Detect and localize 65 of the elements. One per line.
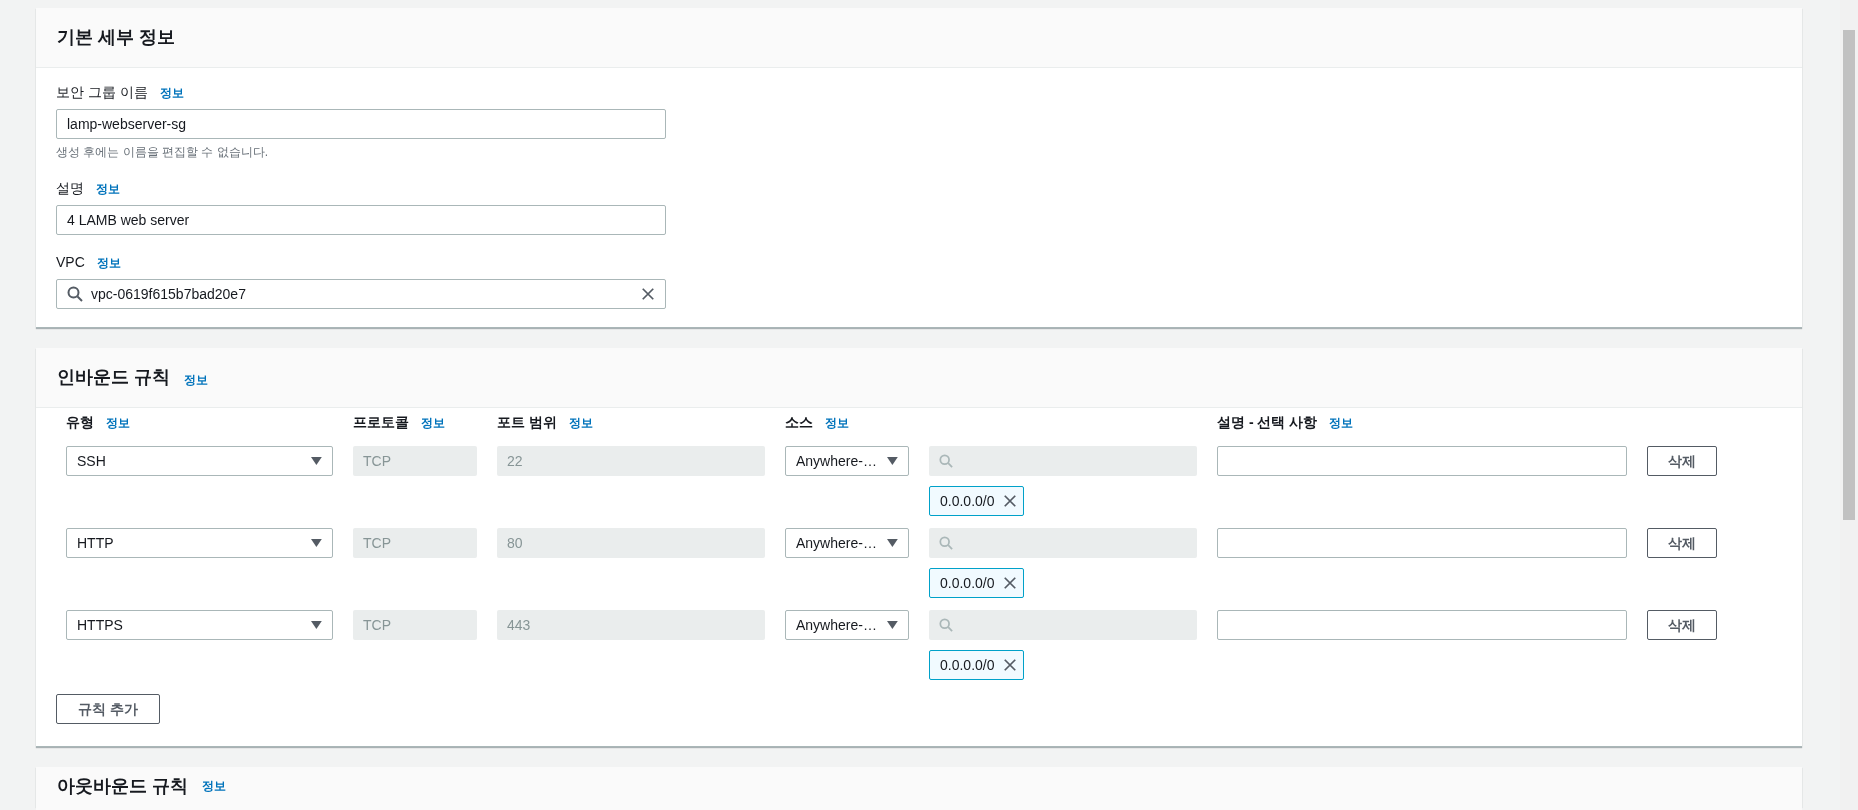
section-title: 기본 세부 정보: [57, 26, 175, 49]
info-link[interactable]: 정보: [96, 254, 121, 272]
input-field[interactable]: lamp-webserver-sg: [56, 109, 666, 139]
port-range-field: 443: [497, 610, 765, 640]
info-link[interactable]: 정보: [568, 413, 593, 432]
caret-icon: [311, 456, 322, 466]
type-dropdown[interactable]: SSH: [66, 446, 333, 476]
search-field[interactable]: vpc-0619f615b7bad20e7: [56, 279, 666, 309]
cidr-token: 0.0.0.0/0: [929, 568, 1024, 598]
search-field[interactable]: [929, 528, 1197, 558]
info-link[interactable]: 정보: [825, 413, 849, 432]
field-label: 보안 그룹 이름: [56, 83, 148, 102]
caret-icon: [311, 538, 322, 548]
info-link[interactable]: 정보: [106, 413, 130, 432]
remove-token-button[interactable]: [1002, 658, 1017, 672]
add-rule-button[interactable]: 규칙 추가: [56, 694, 160, 724]
caret-icon: [887, 620, 898, 630]
column-header: 포트 범위: [497, 412, 557, 432]
input-field[interactable]: 4 LAMB web server: [56, 205, 666, 235]
section-title: 아웃바운드 규칙: [57, 775, 188, 798]
cidr-token: 0.0.0.0/0: [929, 486, 1024, 516]
delete-button[interactable]: 삭제: [1647, 610, 1717, 640]
info-link[interactable]: 정보: [96, 180, 120, 198]
column-header: 유형: [66, 412, 94, 432]
scrollbar-thumb[interactable]: [1843, 30, 1855, 520]
remove-token-button[interactable]: [1002, 494, 1017, 508]
column-header: 프로토콜: [353, 412, 409, 432]
protocol-field: TCP: [353, 446, 477, 476]
source-dropdown[interactable]: Anywhere-…: [785, 446, 909, 476]
source-dropdown[interactable]: Anywhere-…: [785, 610, 909, 640]
info-link[interactable]: 정보: [421, 413, 445, 432]
info-link[interactable]: 정보: [1329, 413, 1354, 432]
protocol-field: TCP: [353, 610, 477, 640]
type-dropdown[interactable]: HTTPS: [66, 610, 333, 640]
hint-text: 생성 후에는 이름을 편집할 수 없습니다.: [56, 144, 269, 161]
search-icon: [67, 286, 83, 302]
column-header: 소스: [785, 412, 813, 432]
close-icon: [641, 287, 655, 301]
column-header: 설명 - 선택 사항: [1217, 412, 1318, 432]
description-field[interactable]: [1217, 528, 1627, 558]
caret-icon: [887, 538, 898, 548]
port-range-field: 80: [497, 528, 765, 558]
protocol-field: TCP: [353, 528, 477, 558]
type-dropdown[interactable]: HTTP: [66, 528, 333, 558]
caret-icon: [311, 620, 322, 630]
search-icon: [939, 454, 953, 468]
port-range-field: 22: [497, 446, 765, 476]
section-title: 인바운드 규칙: [57, 366, 170, 389]
field-label: VPC: [56, 253, 85, 272]
search-icon: [939, 536, 953, 550]
search-field[interactable]: [929, 610, 1197, 640]
cidr-token: 0.0.0.0/0: [929, 650, 1024, 680]
source-dropdown[interactable]: Anywhere-…: [785, 528, 909, 558]
delete-button[interactable]: 삭제: [1647, 528, 1717, 558]
description-field[interactable]: [1217, 610, 1627, 640]
field-label: 설명: [56, 179, 84, 198]
description-field[interactable]: [1217, 446, 1627, 476]
delete-button[interactable]: 삭제: [1647, 446, 1717, 476]
info-link[interactable]: 정보: [159, 84, 184, 102]
caret-icon: [887, 456, 898, 466]
info-link[interactable]: 정보: [184, 370, 208, 389]
info-link[interactable]: 정보: [202, 777, 226, 795]
search-field[interactable]: [929, 446, 1197, 476]
remove-token-button[interactable]: [1002, 576, 1017, 590]
search-icon: [939, 618, 953, 632]
